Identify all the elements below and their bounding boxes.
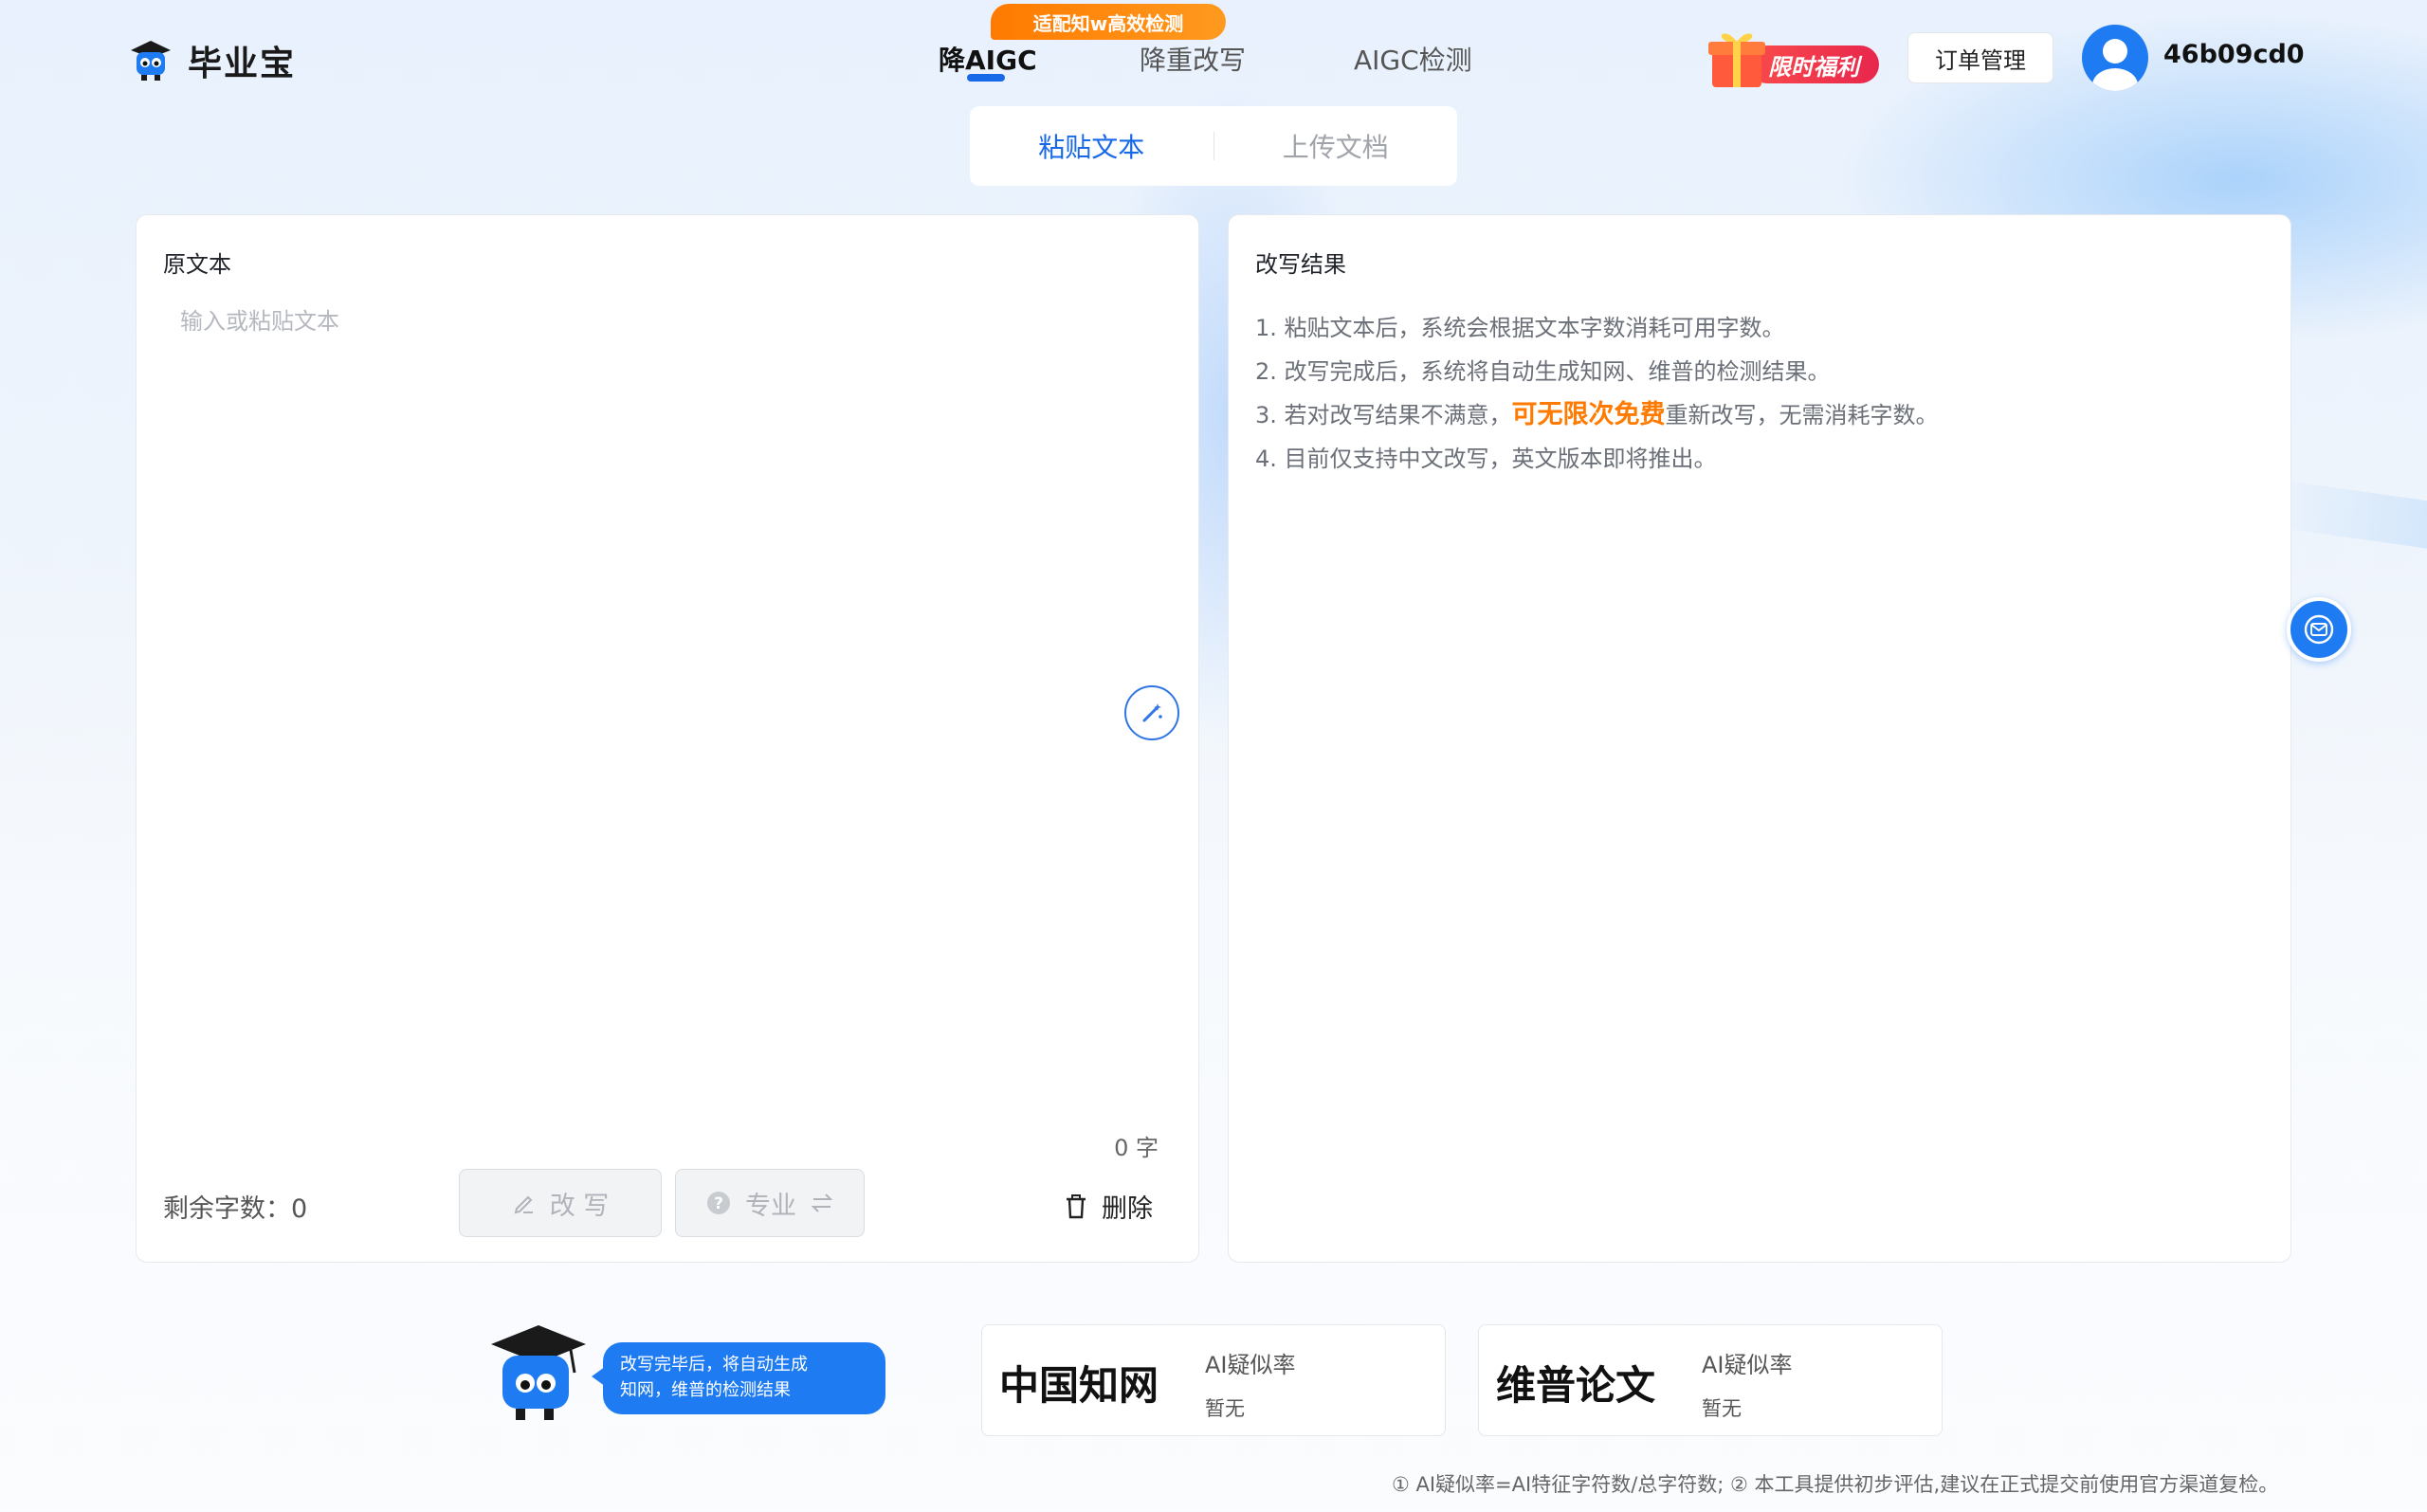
- usage-tips: 1. 粘贴文本后，系统会根据文本字数消耗可用字数。 2. 改写完成后，系统将自动…: [1255, 306, 1939, 481]
- ai-rate-value: 暂无: [1702, 1397, 1742, 1420]
- magic-wand-icon: [1142, 703, 1162, 722]
- detector-name: 中国知网: [999, 1362, 1159, 1409]
- mascot-logo-icon: [129, 39, 173, 82]
- bubble-line: 改写完毕后，将自动生成: [620, 1355, 808, 1375]
- pro-mode-label: 专业: [745, 1191, 796, 1221]
- brand-logo[interactable]: 毕业宝: [129, 36, 296, 85]
- contact-mail-button[interactable]: [2287, 597, 2351, 662]
- vip-result-card: 维普论文 AI疑似率 暂无: [1478, 1324, 1943, 1436]
- tip-text: 3. 若对改写结果不满意，: [1255, 402, 1512, 428]
- promo-label: 限时福利: [1748, 46, 1879, 83]
- mascot-icon: [484, 1323, 588, 1426]
- order-management-button[interactable]: 订单管理: [1907, 32, 2053, 83]
- nav-item-rewrite[interactable]: 降重改写: [1140, 40, 1246, 78]
- nav-item-reduce-aigc[interactable]: 降AIGC: [939, 40, 1037, 78]
- tip-item: 4. 目前仅支持中文改写，英文版本即将推出。: [1255, 446, 1717, 472]
- brand-name: 毕业宝: [188, 45, 297, 83]
- ai-rate-label: AI疑似率: [1702, 1352, 1793, 1378]
- trash-icon: [1067, 1193, 1086, 1218]
- delete-button[interactable]: 删除: [1064, 1188, 1153, 1225]
- tip-item: 1. 粘贴文本后，系统会根据文本字数消耗可用字数。: [1255, 315, 1785, 341]
- mail-icon: [2304, 614, 2334, 645]
- panel-title: 改写结果: [1255, 251, 1346, 278]
- svg-text:?: ?: [714, 1194, 723, 1213]
- source-text-input[interactable]: [163, 291, 1168, 841]
- rewrite-result-panel: 改写结果 1. 粘贴文本后，系统会根据文本字数消耗可用字数。 2. 改写完成后，…: [1228, 214, 2291, 1263]
- tab-paste-text[interactable]: 粘贴文本: [970, 127, 1214, 165]
- tip-text: 重新改写，无需消耗字数。: [1665, 402, 1939, 428]
- cnki-result-card: 中国知网 AI疑似率 暂无: [981, 1324, 1446, 1436]
- ai-rate-value: 暂无: [1205, 1397, 1245, 1420]
- nav-item-aigc-detect[interactable]: AIGC检测: [1354, 40, 1472, 78]
- avatar[interactable]: [2082, 25, 2148, 91]
- pencil-icon: [514, 1195, 533, 1214]
- input-mode-tabs: 粘贴文本 上传文档: [970, 106, 1457, 186]
- rewrite-button-label: 改 写: [549, 1191, 610, 1221]
- nav-badge: 适配知w高效检测: [991, 4, 1226, 40]
- panel-title: 原文本: [163, 251, 231, 278]
- tip-item: 2. 改写完成后，系统将自动生成知网、维普的检测结果。: [1255, 358, 1831, 385]
- detector-name: 维普论文: [1496, 1362, 1656, 1409]
- promo-banner[interactable]: 限时福利: [1706, 27, 1879, 89]
- tab-upload-document[interactable]: 上传文档: [1214, 127, 1458, 165]
- footnote: ① AI疑似率=AI特征字符数/总字符数; ② 本工具提供初步评估,建议在正式提…: [1392, 1473, 2279, 1496]
- magic-wand-button[interactable]: [1124, 685, 1179, 740]
- delete-button-label: 删除: [1102, 1194, 1153, 1224]
- username[interactable]: 46b09cd0: [2163, 40, 2305, 69]
- nav-active-indicator: [967, 74, 1005, 82]
- pro-mode-button[interactable]: ? 专业: [675, 1169, 865, 1237]
- help-icon: ?: [707, 1192, 730, 1214]
- tip-item: 3. 若对改写结果不满意，可无限次免费重新改写，无需消耗字数。: [1255, 393, 1939, 437]
- mascot-speech-bubble: 改写完毕后，将自动生成 知网，维普的检测结果: [592, 1342, 885, 1414]
- source-text-panel: 原文本 0 字 剩余字数：0 改 写 ? 专业 删除: [136, 214, 1199, 1263]
- char-count: 0 字: [1114, 1135, 1159, 1161]
- gift-icon: [1706, 27, 1767, 89]
- remaining-chars: 剩余字数：0: [163, 1194, 308, 1224]
- tip-highlight: 可无限次免费: [1511, 400, 1666, 429]
- rewrite-button[interactable]: 改 写: [459, 1169, 662, 1237]
- swap-icon: [811, 1193, 833, 1212]
- bubble-line: 知网，维普的检测结果: [620, 1380, 791, 1400]
- ai-rate-label: AI疑似率: [1205, 1352, 1296, 1378]
